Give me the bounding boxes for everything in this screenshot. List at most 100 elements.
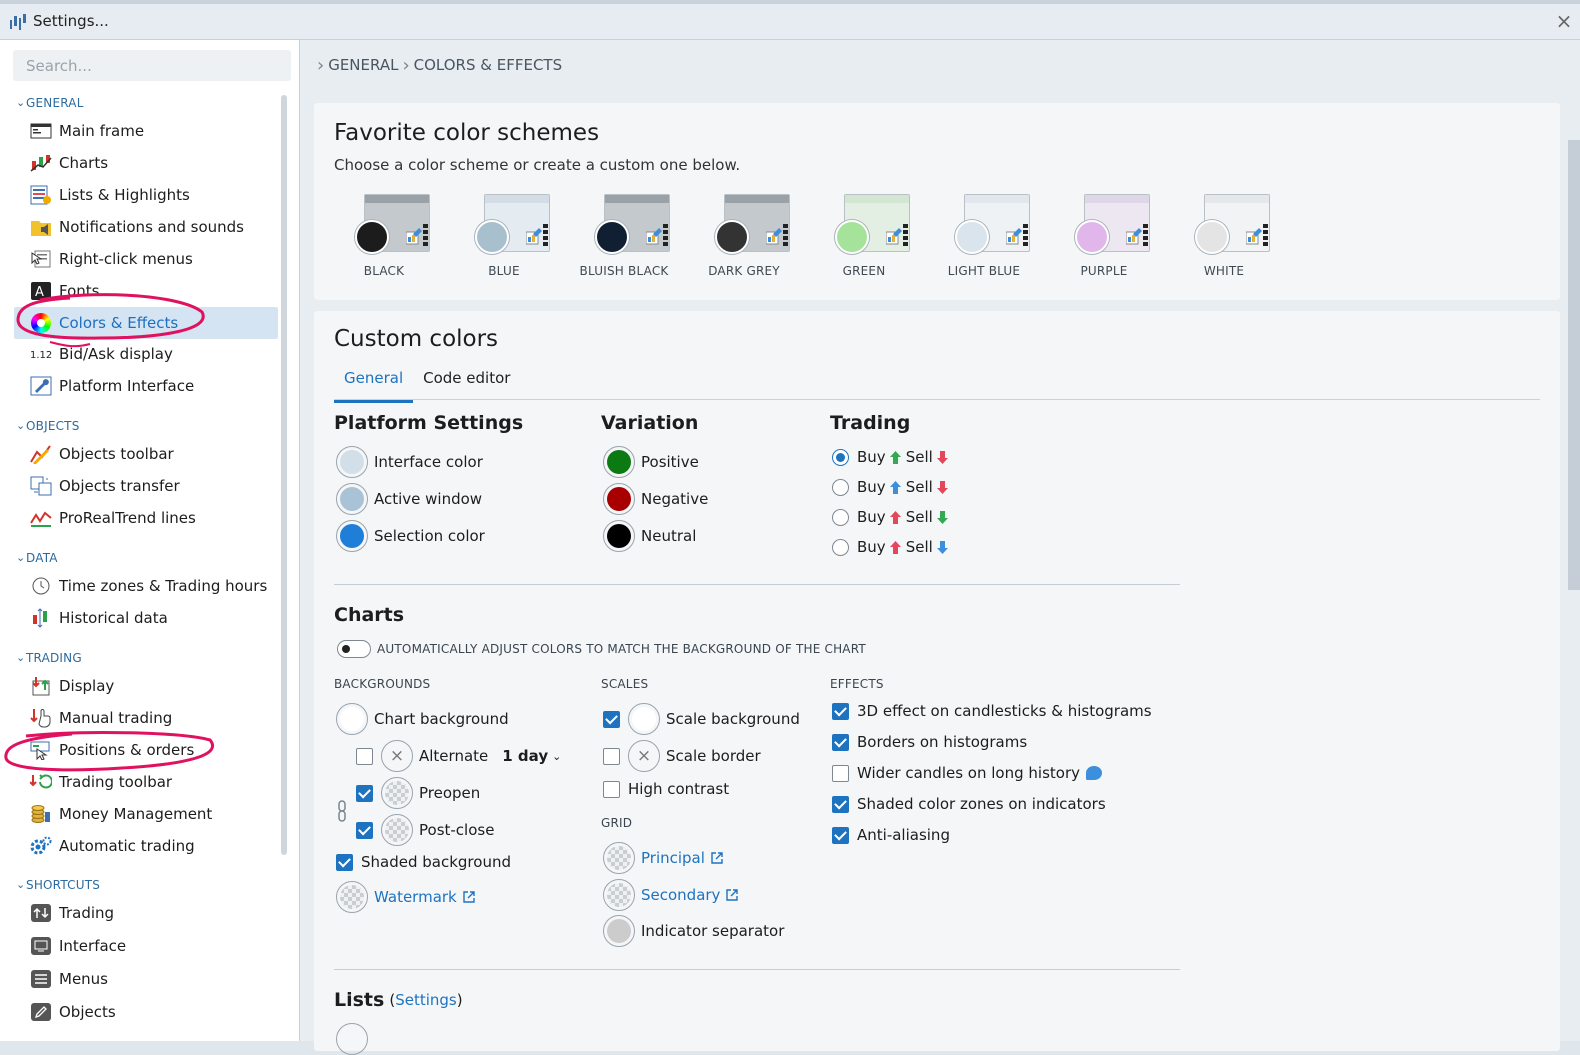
scale-border-swatch[interactable] <box>628 740 660 772</box>
trading-option-radio[interactable] <box>832 478 849 496</box>
scheme-blue[interactable]: BLUE <box>444 194 564 284</box>
shaded-background-row[interactable]: Shaded background <box>336 853 511 871</box>
tab-general[interactable]: General <box>334 366 414 403</box>
section-shortcuts[interactable]: ⌄SHORTCUTS <box>16 878 100 892</box>
post-close-checkbox[interactable] <box>356 821 373 839</box>
negative-row[interactable]: Negative <box>603 483 708 515</box>
interface-color-row[interactable]: Interface color <box>336 446 483 478</box>
preopen-checkbox[interactable] <box>356 784 373 802</box>
scheme-light-blue[interactable]: LIGHT BLUE <box>924 194 1044 284</box>
trading-option-2[interactable]: Buy Sell <box>832 478 953 496</box>
sidebar-item-platform-interface[interactable]: Platform Interface <box>30 370 278 402</box>
principal-swatch[interactable] <box>603 842 635 874</box>
effect-checkbox[interactable] <box>832 764 849 782</box>
sidebar-item-time-zones[interactable]: Time zones & Trading hours <box>30 570 278 602</box>
alternate-period-select[interactable]: 1 day <box>502 747 548 765</box>
selection-color-row[interactable]: Selection color <box>336 520 485 552</box>
selection-color-swatch[interactable] <box>336 520 368 552</box>
neutral-row[interactable]: Neutral <box>603 520 696 552</box>
scheme-bluish-black[interactable]: BLUISH BLACK <box>564 194 684 284</box>
sidebar-item-shortcut-interface[interactable]: Interface <box>30 930 278 962</box>
link-icon[interactable] <box>337 800 347 822</box>
sidebar-item-money-management[interactable]: Money Management <box>30 798 278 830</box>
sidebar-item-lists[interactable]: Lists & Highlights <box>30 179 278 211</box>
lists-settings-link[interactable]: Settings <box>395 991 457 1009</box>
effect-row-2[interactable]: Borders on histograms <box>832 733 1027 751</box>
sidebar-item-notifications[interactable]: Notifications and sounds <box>30 211 278 243</box>
external-link-icon[interactable] <box>462 890 476 904</box>
scheme-white[interactable]: WHITE <box>1164 194 1284 284</box>
secondary-row[interactable]: Secondary <box>603 879 739 911</box>
watermark-link[interactable]: Watermark <box>374 888 457 906</box>
lists-color-swatch[interactable] <box>336 1023 368 1055</box>
indicator-separator-swatch[interactable] <box>603 915 635 947</box>
sidebar-item-prorealtrend[interactable]: ProRealTrend lines <box>30 502 278 534</box>
scale-border-row[interactable]: Scale border <box>603 740 761 772</box>
watermark-row[interactable]: Watermark <box>336 881 476 913</box>
secondary-link[interactable]: Secondary <box>641 886 720 904</box>
post-close-swatch[interactable] <box>381 814 413 846</box>
preopen-swatch[interactable] <box>381 777 413 809</box>
high-contrast-checkbox[interactable] <box>603 780 620 798</box>
positive-swatch[interactable] <box>603 446 635 478</box>
scale-background-swatch[interactable] <box>628 703 660 735</box>
trading-option-1[interactable]: Buy Sell <box>832 448 953 466</box>
scale-border-checkbox[interactable] <box>603 747 620 765</box>
post-close-row[interactable]: Post-close <box>356 814 494 846</box>
sidebar-item-shortcut-menus[interactable]: Menus <box>30 963 278 995</box>
high-contrast-row[interactable]: High contrast <box>603 780 729 798</box>
sidebar-item-objects-transfer[interactable]: Objects transfer <box>30 470 278 502</box>
chart-background-row[interactable]: Chart background <box>336 703 509 735</box>
sidebar-item-colors-effects[interactable]: Colors & Effects <box>14 307 278 339</box>
close-icon[interactable]: × <box>1554 9 1574 33</box>
section-trading[interactable]: ⌄TRADING <box>16 651 82 665</box>
sidebar-scrollbar[interactable] <box>281 95 287 855</box>
indicator-separator-row[interactable]: Indicator separator <box>603 915 784 947</box>
effect-checkbox[interactable] <box>832 795 849 813</box>
effect-row-5[interactable]: Anti-aliasing <box>832 826 950 844</box>
effect-checkbox[interactable] <box>832 702 849 720</box>
alternate-checkbox[interactable] <box>356 747 373 765</box>
effect-row-4[interactable]: Shaded color zones on indicators <box>832 795 1106 813</box>
trading-option-radio[interactable] <box>832 448 849 466</box>
breadcrumb-general[interactable]: GENERAL <box>328 56 398 74</box>
sidebar-item-automatic-trading[interactable]: Automatic trading <box>30 830 278 862</box>
active-window-swatch[interactable] <box>336 483 368 515</box>
effect-checkbox[interactable] <box>832 733 849 751</box>
sidebar-item-trading-toolbar[interactable]: Trading toolbar <box>30 766 278 798</box>
auto-adjust-row[interactable]: AUTOMATICALLY ADJUST COLORS TO MATCH THE… <box>337 640 866 658</box>
sidebar-item-right-click[interactable]: Right-click menus <box>30 243 278 275</box>
main-scrollbar[interactable] <box>1568 140 1580 590</box>
preopen-row[interactable]: Preopen <box>356 777 480 809</box>
sidebar-item-display[interactable]: Display <box>30 670 278 702</box>
sidebar-item-manual-trading[interactable]: Manual trading <box>30 702 278 734</box>
trading-option-radio[interactable] <box>832 538 849 556</box>
search-input[interactable] <box>13 50 291 81</box>
watermark-swatch[interactable] <box>336 881 368 913</box>
sidebar-item-charts[interactable]: Charts <box>30 147 278 179</box>
scheme-green[interactable]: GREEN <box>804 194 924 284</box>
sidebar-item-shortcut-objects[interactable]: Objects <box>30 996 278 1028</box>
section-objects[interactable]: ⌄OBJECTS <box>16 419 80 433</box>
trading-option-3[interactable]: Buy Sell <box>832 508 953 526</box>
trading-option-radio[interactable] <box>832 508 849 526</box>
principal-row[interactable]: Principal <box>603 842 724 874</box>
secondary-swatch[interactable] <box>603 879 635 911</box>
principal-link[interactable]: Principal <box>641 849 705 867</box>
active-window-row[interactable]: Active window <box>336 483 482 515</box>
negative-swatch[interactable] <box>603 483 635 515</box>
scheme-black[interactable]: BLACK <box>324 194 444 284</box>
alternate-row[interactable]: Alternate 1 day ⌄ <box>356 740 561 772</box>
trading-option-4[interactable]: Buy Sell <box>832 538 953 556</box>
alternate-swatch[interactable] <box>381 740 413 772</box>
scheme-dark-grey[interactable]: DARK GREY <box>684 194 804 284</box>
tab-code-editor[interactable]: Code editor <box>413 366 520 403</box>
sidebar-item-bid-ask[interactable]: 1.12 Bid/Ask display <box>30 338 278 370</box>
effect-row-1[interactable]: 3D effect on candlesticks & histograms <box>832 702 1152 720</box>
scale-background-row[interactable]: Scale background <box>603 703 800 735</box>
sidebar-item-historical-data[interactable]: Historical data <box>30 602 278 634</box>
scale-background-checkbox[interactable] <box>603 710 620 728</box>
auto-adjust-toggle[interactable] <box>337 640 371 658</box>
external-link-icon[interactable] <box>710 851 724 865</box>
sidebar-item-objects-toolbar[interactable]: Objects toolbar <box>30 438 278 470</box>
